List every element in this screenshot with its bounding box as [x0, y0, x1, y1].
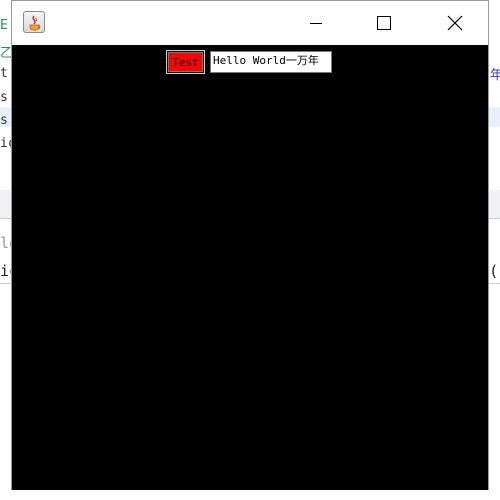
window-titlebar[interactable]	[12, 1, 488, 45]
text-field[interactable]: Hello World一万年	[210, 51, 332, 73]
close-icon	[447, 15, 463, 31]
app-window: Test Hello World一万年	[11, 0, 489, 490]
close-button[interactable]	[432, 1, 478, 45]
maximize-icon	[377, 16, 391, 30]
ide-code-fragment: t	[0, 66, 8, 81]
ide-code-fragment: s	[0, 113, 8, 128]
minimize-icon	[310, 23, 322, 24]
java-app-icon[interactable]	[23, 11, 45, 33]
ide-code-fragment: (	[491, 262, 497, 280]
minimize-button[interactable]	[293, 1, 339, 45]
window-content: Test Hello World一万年	[12, 45, 488, 490]
ide-code-fragment: s	[0, 90, 8, 105]
maximize-button[interactable]	[361, 1, 407, 45]
test-button[interactable]: Test	[166, 50, 205, 74]
ide-code-fragment: 年	[490, 68, 500, 83]
ide-code-fragment: E	[0, 18, 8, 33]
